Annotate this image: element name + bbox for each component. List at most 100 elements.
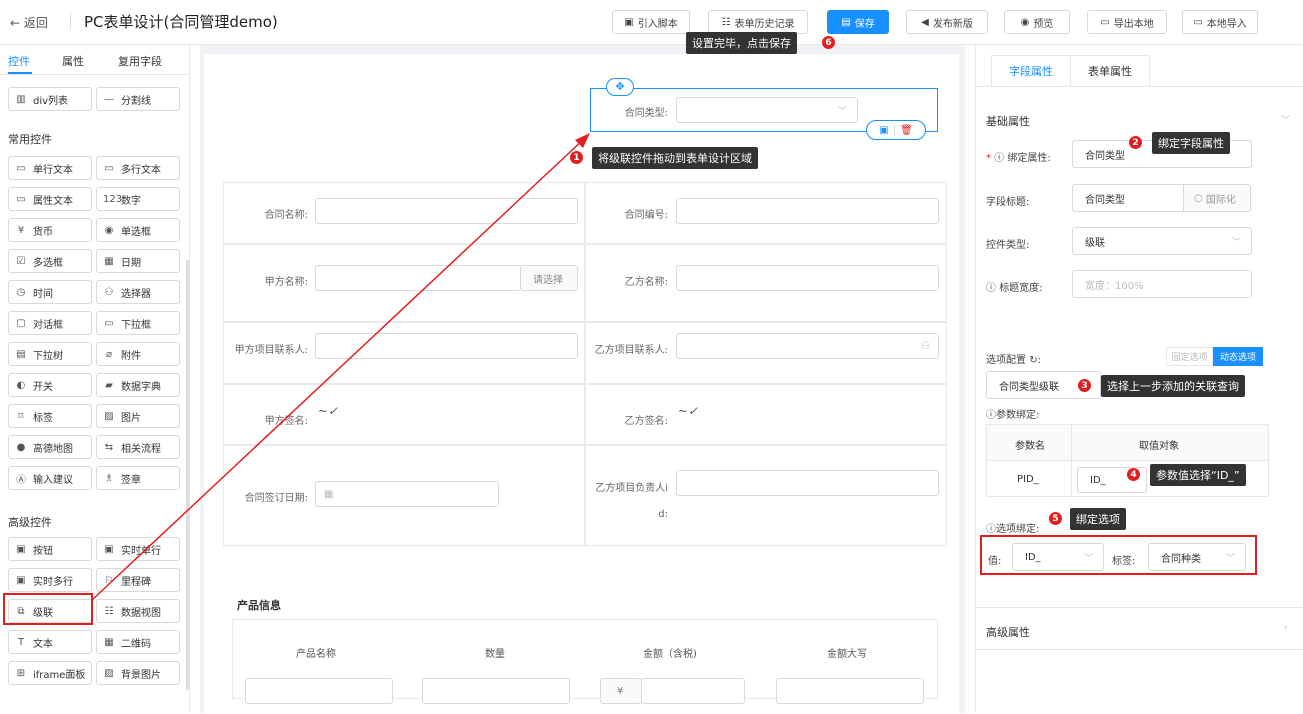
tab-field-properties[interactable]: 字段属性: [991, 55, 1071, 87]
save-icon: ▤: [841, 16, 851, 28]
product-name-input[interactable]: [245, 678, 393, 704]
control-type-select[interactable]: 级联 ﹀: [1072, 227, 1252, 255]
party-a-name-input[interactable]: [315, 265, 521, 291]
control-left-advanced-6[interactable]: T 文本: [8, 630, 92, 654]
control-left-common-0[interactable]: ▭ 单行文本: [8, 156, 92, 180]
scrollbar[interactable]: [186, 260, 189, 690]
control-left-common-14[interactable]: ◐ 开关: [8, 373, 92, 397]
control-left-common-19[interactable]: ⇆ 相关流程: [96, 435, 180, 459]
tab-properties[interactable]: 属性: [62, 53, 84, 69]
control-left-advanced-5[interactable]: ☷ 数据视图: [96, 599, 180, 623]
move-icon[interactable]: ✥: [606, 78, 634, 96]
control-left-common-12[interactable]: ▤ 下拉树: [8, 342, 92, 366]
delete-icon[interactable]: 🗑: [900, 125, 913, 136]
control-icon: —: [104, 93, 114, 105]
form-history-button[interactable]: ☷ 表单历史记录: [708, 10, 808, 34]
control-left-advanced-3[interactable]: ⚐ 里程碑: [96, 568, 180, 592]
control-left-common-10[interactable]: ▢ 对话框: [8, 311, 92, 335]
annotation-step-badge: 3: [1078, 379, 1091, 392]
chevron-right-icon[interactable]: ›: [1284, 623, 1288, 633]
left-tabs: 控件 属性 复用字段: [0, 45, 190, 75]
tab-controls[interactable]: 控件: [8, 53, 30, 69]
control-left-common-16[interactable]: ⌑ 标签: [8, 404, 92, 428]
quantity-input[interactable]: [422, 678, 570, 704]
control-left-common-20[interactable]: Ⓐ 输入建议: [8, 466, 92, 490]
options-config-label: 选项配置: [986, 355, 1026, 366]
cascade-select[interactable]: ﹀: [676, 97, 858, 123]
option-bind-label: 选项绑定:: [996, 524, 1040, 535]
control-icon: ☑: [16, 255, 26, 267]
control-left-advanced-7[interactable]: ▦ 二维码: [96, 630, 180, 654]
search-icon: ○: [1194, 192, 1206, 204]
annotation-tooltip: 参数值选择“ID_”: [1150, 464, 1246, 486]
control-left-common-15[interactable]: ▰ 数据字典: [96, 373, 180, 397]
preview-button[interactable]: ◉ 预览: [1004, 10, 1070, 34]
control-left-common-11[interactable]: ▭ 下拉框: [96, 311, 180, 335]
control-left-advanced-1[interactable]: ▣ 实时单行: [96, 537, 180, 561]
signature-image-a: ~✓: [318, 404, 339, 418]
control-left-advanced-2[interactable]: ▣ 实时多行: [8, 568, 92, 592]
sign-date-picker[interactable]: ▦: [315, 481, 499, 507]
export-button[interactable]: ▭ 导出本地: [1087, 10, 1167, 34]
field-label: 乙方项目负责人id:: [595, 483, 668, 520]
party-b-name-input[interactable]: [676, 265, 939, 291]
currency-prefix: ¥: [600, 678, 642, 704]
chevron-down-icon[interactable]: ﹀: [1281, 113, 1290, 126]
control-left-common-8[interactable]: ◷ 时间: [8, 280, 92, 304]
control-left-common-2[interactable]: ▭ 属性文本: [8, 187, 92, 211]
annotation-tooltip: 绑定选项: [1070, 508, 1126, 530]
field-label: 乙方项目联系人:: [594, 345, 668, 356]
page-title: PC表单设计(合同管理demo): [84, 13, 278, 31]
control-icon: ⊞: [16, 667, 26, 679]
user-picker-icon[interactable]: ⚇: [921, 341, 930, 352]
field-label: 甲方项目联系人:: [234, 345, 308, 356]
refresh-icon[interactable]: ↻: [1029, 355, 1037, 366]
save-button[interactable]: ▤ 保存: [827, 10, 889, 34]
header: ← 返回 PC表单设计(合同管理demo) ▣ 引入脚本 ☷ 表单历史记录 ▤ 保存 …: [0, 0, 1303, 45]
import-button[interactable]: ▭ 本地导入: [1182, 10, 1258, 34]
control-left-common-18[interactable]: ● 高德地图: [8, 435, 92, 459]
party-b-owner-id-input[interactable]: [676, 470, 939, 496]
contract-number-input[interactable]: [676, 198, 939, 224]
control-left-common-13[interactable]: ⌀ 附件: [96, 342, 180, 366]
annotation-step-badge: 5: [1049, 512, 1062, 525]
dynamic-options-toggle[interactable]: 动态选项: [1213, 347, 1263, 366]
amount-input[interactable]: [641, 678, 745, 704]
control-left-common-5[interactable]: ◉ 单选框: [96, 218, 180, 242]
static-options-toggle[interactable]: 固定选项: [1166, 347, 1213, 366]
field-label: 乙方签名:: [624, 416, 668, 427]
control-left-top_items-1[interactable]: — 分割线: [96, 87, 180, 111]
control-left-advanced-0[interactable]: ▣ 按钮: [8, 537, 92, 561]
i18n-button[interactable]: ○ 国际化: [1183, 184, 1251, 212]
control-left-common-21[interactable]: ♗ 签章: [96, 466, 180, 490]
calendar-icon: ▦: [324, 488, 334, 500]
control-left-top_items-0[interactable]: ▥ div列表: [8, 87, 92, 111]
amount-uppercase-input[interactable]: [776, 678, 924, 704]
control-icon: ▰: [105, 379, 113, 391]
field-title-input[interactable]: 合同类型: [1072, 184, 1184, 212]
divider: [70, 13, 71, 29]
publish-button[interactable]: ◀ 发布新版: [906, 10, 988, 34]
control-left-common-3[interactable]: 123 数字: [96, 187, 180, 211]
copy-icon[interactable]: ▣: [879, 125, 888, 136]
control-left-common-9[interactable]: ⚇ 选择器: [96, 280, 180, 304]
control-left-common-1[interactable]: ▭ 多行文本: [96, 156, 180, 180]
tab-form-properties[interactable]: 表单属性: [1070, 55, 1150, 87]
control-left-common-4[interactable]: ¥ 货币: [8, 218, 92, 242]
annotation-tooltip: 选择上一步添加的关联查询: [1101, 375, 1245, 397]
tab-reuse-fields[interactable]: 复用字段: [118, 53, 162, 69]
party-b-contact-input[interactable]: ⚇: [676, 333, 939, 359]
back-button[interactable]: ← 返回: [10, 14, 48, 31]
contract-name-input[interactable]: [315, 198, 578, 224]
annotation-highlight-cascade: [3, 593, 93, 625]
select-button[interactable]: 请选择: [520, 265, 578, 291]
control-icon: ◐: [16, 379, 26, 391]
control-left-common-17[interactable]: ▨ 图片: [96, 404, 180, 428]
control-left-common-7[interactable]: ▦ 日期: [96, 249, 180, 273]
import-script-button[interactable]: ▣ 引入脚本: [612, 10, 690, 34]
party-a-contact-input[interactable]: [315, 333, 578, 359]
control-left-advanced-9[interactable]: ▨ 背景图片: [96, 661, 180, 685]
control-left-common-6[interactable]: ☑ 多选框: [8, 249, 92, 273]
control-left-advanced-8[interactable]: ⊞ iframe面板: [8, 661, 92, 685]
title-width-input[interactable]: 宽度：100%: [1072, 270, 1252, 298]
